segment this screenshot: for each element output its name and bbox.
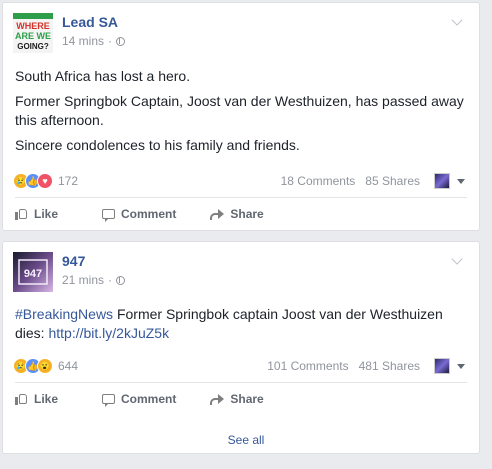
- divider: [15, 197, 467, 198]
- post-options-chevron-icon[interactable]: [451, 256, 465, 266]
- post-text: #BreakingNews Former Springbok captain J…: [15, 305, 467, 343]
- avatar-logo-line1: WHERE: [16, 21, 50, 31]
- page-name[interactable]: 947: [62, 253, 85, 269]
- lead-sa-avatar[interactable]: WHERE ARE WE GOING?: [13, 13, 53, 53]
- comment-label: Comment: [121, 392, 177, 406]
- share-label: Share: [230, 392, 264, 406]
- love-reaction-icon: ♥: [37, 173, 53, 189]
- reaction-count: 644: [58, 359, 79, 373]
- article-link[interactable]: http://bit.ly/2kJuZ5k: [48, 325, 169, 341]
- globe-icon: [116, 36, 126, 46]
- shares-count[interactable]: 85 Shares: [365, 174, 420, 188]
- reactions-summary[interactable]: 😢 👍 😮 644: [13, 358, 78, 374]
- post-options-chevron-icon[interactable]: [451, 17, 465, 27]
- see-all-link[interactable]: See all: [0, 433, 492, 447]
- reaction-count: 172: [58, 174, 79, 188]
- post-paragraph: Former Springbok Captain, Joost van der …: [15, 93, 464, 128]
- shares-count[interactable]: 481 Shares: [359, 359, 420, 373]
- comments-count[interactable]: 101 Comments: [267, 359, 348, 373]
- avatar-logo-text: 947: [24, 268, 42, 280]
- caret-down-icon[interactable]: [457, 178, 465, 184]
- action-bar: Like Comment Share: [15, 199, 467, 229]
- like-label: Like: [34, 392, 59, 406]
- like-button[interactable]: Like: [15, 207, 58, 221]
- comment-button[interactable]: Comment: [102, 207, 177, 222]
- share-arrow-icon: [210, 393, 225, 405]
- action-bar: Like Comment Share: [15, 384, 467, 414]
- engagement-stats: 101 Comments 481 Shares: [267, 358, 465, 374]
- timestamp[interactable]: 21 mins: [62, 273, 104, 287]
- post-meta: 14 mins ·: [62, 34, 126, 48]
- divider: [15, 382, 467, 383]
- meta-separator: ·: [108, 34, 113, 48]
- user-avatar[interactable]: [434, 358, 450, 374]
- thumbs-up-icon: [15, 393, 28, 405]
- post-text: South Africa has lost a hero. Former Spr…: [15, 67, 467, 161]
- meta-separator: ·: [108, 273, 113, 287]
- share-button[interactable]: Share: [210, 392, 264, 406]
- comment-icon: [102, 394, 116, 407]
- reactions-summary[interactable]: 😢 👍 ♥ 172: [13, 173, 78, 189]
- avatar-logo-line2: ARE WE: [15, 31, 51, 41]
- wow-reaction-icon: 😮: [37, 358, 53, 374]
- comment-button[interactable]: Comment: [102, 392, 177, 407]
- caret-down-icon[interactable]: [457, 363, 465, 369]
- post-stats: 😢 👍 ♥ 172 18 Comments 85 Shares: [13, 171, 465, 193]
- share-arrow-icon: [210, 208, 225, 220]
- 947-avatar[interactable]: 947: [13, 252, 53, 292]
- timestamp[interactable]: 14 mins: [62, 34, 104, 48]
- hashtag-link[interactable]: #BreakingNews: [15, 306, 113, 322]
- engagement-stats: 18 Comments 85 Shares: [281, 173, 465, 189]
- post-paragraph: Sincere condolences to his family and fr…: [15, 137, 300, 153]
- comments-count[interactable]: 18 Comments: [281, 174, 356, 188]
- comment-icon: [102, 209, 116, 222]
- user-avatar[interactable]: [434, 173, 450, 189]
- thumbs-up-icon: [15, 208, 28, 220]
- page-name[interactable]: Lead SA: [62, 14, 118, 30]
- share-label: Share: [230, 207, 264, 221]
- avatar-logo-line3: GOING?: [17, 42, 49, 51]
- like-label: Like: [34, 207, 59, 221]
- post-meta: 21 mins ·: [62, 273, 126, 287]
- globe-icon: [116, 275, 126, 285]
- like-button[interactable]: Like: [15, 392, 58, 406]
- share-button[interactable]: Share: [210, 207, 264, 221]
- comment-label: Comment: [121, 207, 177, 221]
- post-stats: 😢 👍 😮 644 101 Comments 481 Shares: [13, 356, 465, 378]
- post-947: 947 947 21 mins · #BreakingNews Former S…: [2, 241, 480, 454]
- post-paragraph: South Africa has lost a hero.: [15, 68, 191, 84]
- post-lead-sa: WHERE ARE WE GOING? Lead SA 14 mins · So…: [2, 2, 480, 231]
